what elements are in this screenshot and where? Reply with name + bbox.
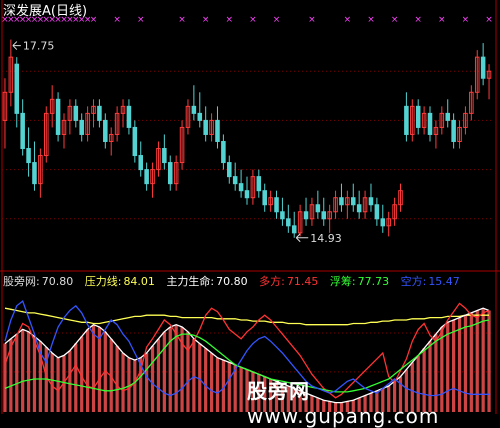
candle-body: [368, 197, 374, 206]
candle-body: [103, 119, 108, 142]
low-arrow-icon: [295, 233, 309, 243]
life-value: 70.80: [216, 275, 248, 288]
signal-marker: ×: [273, 15, 281, 25]
signal-marker: ×: [249, 15, 257, 25]
signal-marker: ×: [485, 15, 493, 25]
candle-body: [256, 176, 262, 192]
candle-body: [162, 148, 167, 164]
float-label: 浮筹:: [330, 274, 356, 288]
candle-body: [262, 190, 267, 206]
indicator-value: 70.80: [42, 275, 74, 288]
bear-label: 空方:: [401, 274, 427, 288]
stock-period: (日线): [51, 4, 87, 19]
candle-body: [191, 105, 197, 114]
signal-marker: ×: [178, 15, 186, 25]
candle-body: [451, 119, 456, 142]
signal-marker: ×: [113, 15, 121, 25]
indicator-name-sep: :: [36, 275, 40, 288]
signal-marker: ×: [90, 15, 98, 25]
signal-marker: ×: [226, 15, 234, 25]
float-value: 77.73: [358, 275, 390, 288]
bull-label: 多方:: [259, 274, 285, 288]
candle-body: [14, 63, 20, 114]
price-annotations: 17.75 14.93: [12, 40, 342, 245]
high-arrow-icon: [12, 41, 21, 50]
candle-body: [303, 211, 309, 220]
candle-body: [350, 197, 356, 206]
candle-body: [144, 169, 149, 185]
candle-body: [232, 176, 238, 185]
bear-value: 15.47: [428, 275, 460, 288]
signal-marker: ×: [308, 15, 316, 25]
candle-body: [274, 197, 279, 213]
candle-body: [315, 204, 321, 213]
candle-body: [215, 119, 220, 142]
candle-body: [445, 112, 450, 121]
candle-body: [356, 204, 362, 213]
signal-marker: ×: [438, 15, 446, 25]
bull-value: 71.45: [287, 275, 319, 288]
candle-body: [286, 218, 291, 227]
candle-body: [55, 98, 61, 135]
signal-marker: ×: [462, 15, 470, 25]
candle-body: [167, 162, 173, 185]
candle-body: [227, 162, 232, 178]
candle-body: [238, 183, 244, 192]
candle-body: [73, 105, 79, 121]
stock-title: 深发展A: [3, 3, 51, 19]
candle-body: [138, 155, 144, 171]
watermark-cn: 股旁网: [247, 379, 310, 403]
signal-marker: ×: [367, 15, 375, 25]
candle-body: [97, 105, 102, 121]
candle-body: [480, 56, 486, 79]
candle-body: [126, 105, 132, 128]
signal-marker: ×: [137, 15, 145, 25]
candle-body: [374, 204, 380, 220]
chart-stage: × × × × × × × × × × × × × × × × × × × × × × × × × × × × × × × 17.75 14…: [0, 0, 500, 428]
candle-body: [244, 190, 250, 199]
candle-body: [20, 112, 25, 150]
candle-body: [79, 119, 84, 135]
low-label: 14.93: [310, 232, 342, 245]
candle-body: [280, 211, 285, 220]
pressure-value: 84.01: [123, 275, 155, 288]
candle-body: [197, 112, 203, 121]
pressure-label: 压力线:: [85, 274, 122, 288]
watermark-url: www.gupang.com: [247, 404, 440, 428]
candle-body: [404, 105, 409, 135]
high-label: 17.75: [23, 40, 55, 53]
candle-body: [132, 126, 138, 157]
pressure-line: [4, 307, 489, 326]
candle-body: [415, 105, 421, 128]
chart-header: 深发展A(日线): [3, 3, 87, 19]
life-label: 主力生命:: [166, 274, 214, 288]
svg-text:深发展A(日线): 深发展A(日线): [3, 3, 87, 19]
candle-body: [26, 148, 31, 164]
candle-body: [32, 162, 37, 185]
stock-chart-svg: ×××××××××××××××× × × × × × × × × × × × × × × × 17.75 14…: [0, 0, 500, 414]
signal-marker: ×: [414, 15, 422, 25]
candle-body: [221, 140, 226, 164]
signal-marker: ×: [391, 15, 399, 25]
signal-marker: ×: [344, 15, 352, 25]
indicator-name: 股旁网: [3, 274, 36, 288]
svg-text:股旁网:70.80 压力线:84.01: 股旁网: 70.80 压力线: 84.01 主力生命: 70.80 多方: 71.45 …: [3, 274, 460, 288]
candle-body: [321, 211, 327, 220]
signal-marker: ×: [202, 15, 210, 25]
watermark: 股旁网 www.gupang.com: [247, 375, 500, 428]
candle-body: [203, 119, 208, 135]
candle-body: [380, 218, 386, 227]
indicator-header: 股旁网: 70.80 压力线: 84.01 主力生命: 70.80 多方: 71.45 …: [3, 274, 460, 288]
candle-body: [339, 197, 344, 206]
candlesticks: [2, 39, 492, 238]
candle-body: [291, 225, 297, 234]
candle-body: [427, 112, 433, 135]
